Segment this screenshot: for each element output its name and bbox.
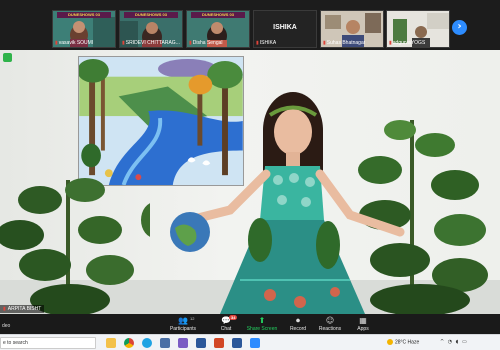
main-video: ▮ ARPITA BISHT: [0, 50, 500, 314]
event-banner: DUNESHOWS 03: [124, 12, 178, 18]
mic-muted-icon: ▮: [122, 40, 125, 46]
zoom-window: DUNESHOWS 03 ▮vasavik SOUMI DUNESHOWS 03…: [0, 0, 500, 350]
video-icon[interactable]: [196, 338, 206, 348]
participant-name-centered: ISHIKA: [273, 24, 297, 31]
left-plant: [0, 178, 150, 314]
system-tray[interactable]: ^ ◔ ◖ ▭: [440, 339, 468, 345]
share-screen-icon: ⬆: [258, 316, 266, 325]
participant-thumbnail[interactable]: ▮adgurvaYOGS: [386, 10, 450, 48]
speaker-name-tag: ▮ ARPITA BISHT: [0, 305, 45, 313]
mic-muted-icon: ▮: [323, 40, 326, 46]
participant-name: ▮Disha Sengal: [189, 40, 223, 46]
participant-thumbnail[interactable]: DUNESHOWS 03 ▮Disha Sengal: [186, 10, 250, 48]
share-screen-button[interactable]: ⬆ Share Screen: [242, 316, 282, 332]
participant-thumbnail[interactable]: DUNESHOWS 03 ▮vasavik SOUMI: [52, 10, 116, 48]
participant-name: ▮Suhas Bhatnagar: [323, 40, 366, 46]
participant-name: ▮SRIDEVI CHITTARAG...: [122, 40, 180, 46]
participants-strip: DUNESHOWS 03 ▮vasavik SOUMI DUNESHOWS 03…: [0, 0, 500, 50]
mic-muted-icon: ▮: [3, 306, 6, 312]
event-banner: DUNESHOWS 03: [57, 12, 111, 18]
store-icon[interactable]: [178, 338, 188, 348]
files-icon[interactable]: [106, 338, 116, 348]
network-icon: ◔: [447, 339, 454, 345]
participant-thumbnail[interactable]: ISHIKA ▮ISHIKA: [253, 10, 317, 48]
event-banner: DUNESHOWS 03: [191, 12, 245, 18]
weather-widget[interactable]: 28°C Haze: [387, 339, 419, 345]
word-icon[interactable]: [232, 338, 242, 348]
participant-thumbnail[interactable]: ▮Suhas Bhatnagar: [320, 10, 384, 48]
chat-icon: 💬: [221, 316, 231, 325]
shield-icon[interactable]: [3, 53, 12, 62]
meeting-toolbar: deo 12 👥 Participants 💬 34 Chat ⬆ Share …: [0, 314, 500, 334]
apps-button[interactable]: ▦ Apps: [343, 316, 383, 332]
participant-name: ▮adgurvaYOGS: [389, 40, 426, 46]
speaker-icon: ◖: [455, 339, 460, 345]
video-button-label[interactable]: deo: [2, 323, 10, 329]
chevron-up-icon: ^: [440, 339, 446, 345]
windows-taskbar: e to search 28°C Haze ^ ◔ ◖ ▭: [0, 334, 500, 350]
edge-icon[interactable]: [142, 338, 152, 348]
mic-muted-icon: ▮: [389, 40, 392, 46]
participants-button[interactable]: 👥 Participants: [163, 316, 203, 332]
mic-muted-icon: ▮: [189, 40, 192, 46]
chrome-icon[interactable]: [124, 338, 134, 348]
powerpoint-icon[interactable]: [214, 338, 224, 348]
zoom-icon[interactable]: [250, 338, 260, 348]
battery-icon: ▭: [462, 339, 468, 345]
participant-name: ▮vasavik SOUMI: [55, 40, 94, 46]
apps-icon: ▦: [359, 316, 367, 325]
chat-button[interactable]: 💬 34 Chat: [206, 315, 246, 332]
chevron-right-icon[interactable]: ›: [452, 20, 467, 35]
mic-muted-icon: ▮: [256, 40, 259, 46]
participants-icon: 👥: [178, 316, 188, 325]
sun-icon: [387, 339, 393, 345]
mic-muted-icon: ▮: [55, 40, 58, 46]
taskbar-search-input[interactable]: e to search: [0, 337, 96, 349]
participant-thumbnail[interactable]: DUNESHOWS 03 ▮SRIDEVI CHITTARAG...: [119, 10, 183, 48]
mail-icon[interactable]: [160, 338, 170, 348]
performer: [170, 92, 405, 314]
chat-badge: 34: [229, 315, 238, 320]
participant-name: ▮ISHIKA: [256, 40, 277, 46]
